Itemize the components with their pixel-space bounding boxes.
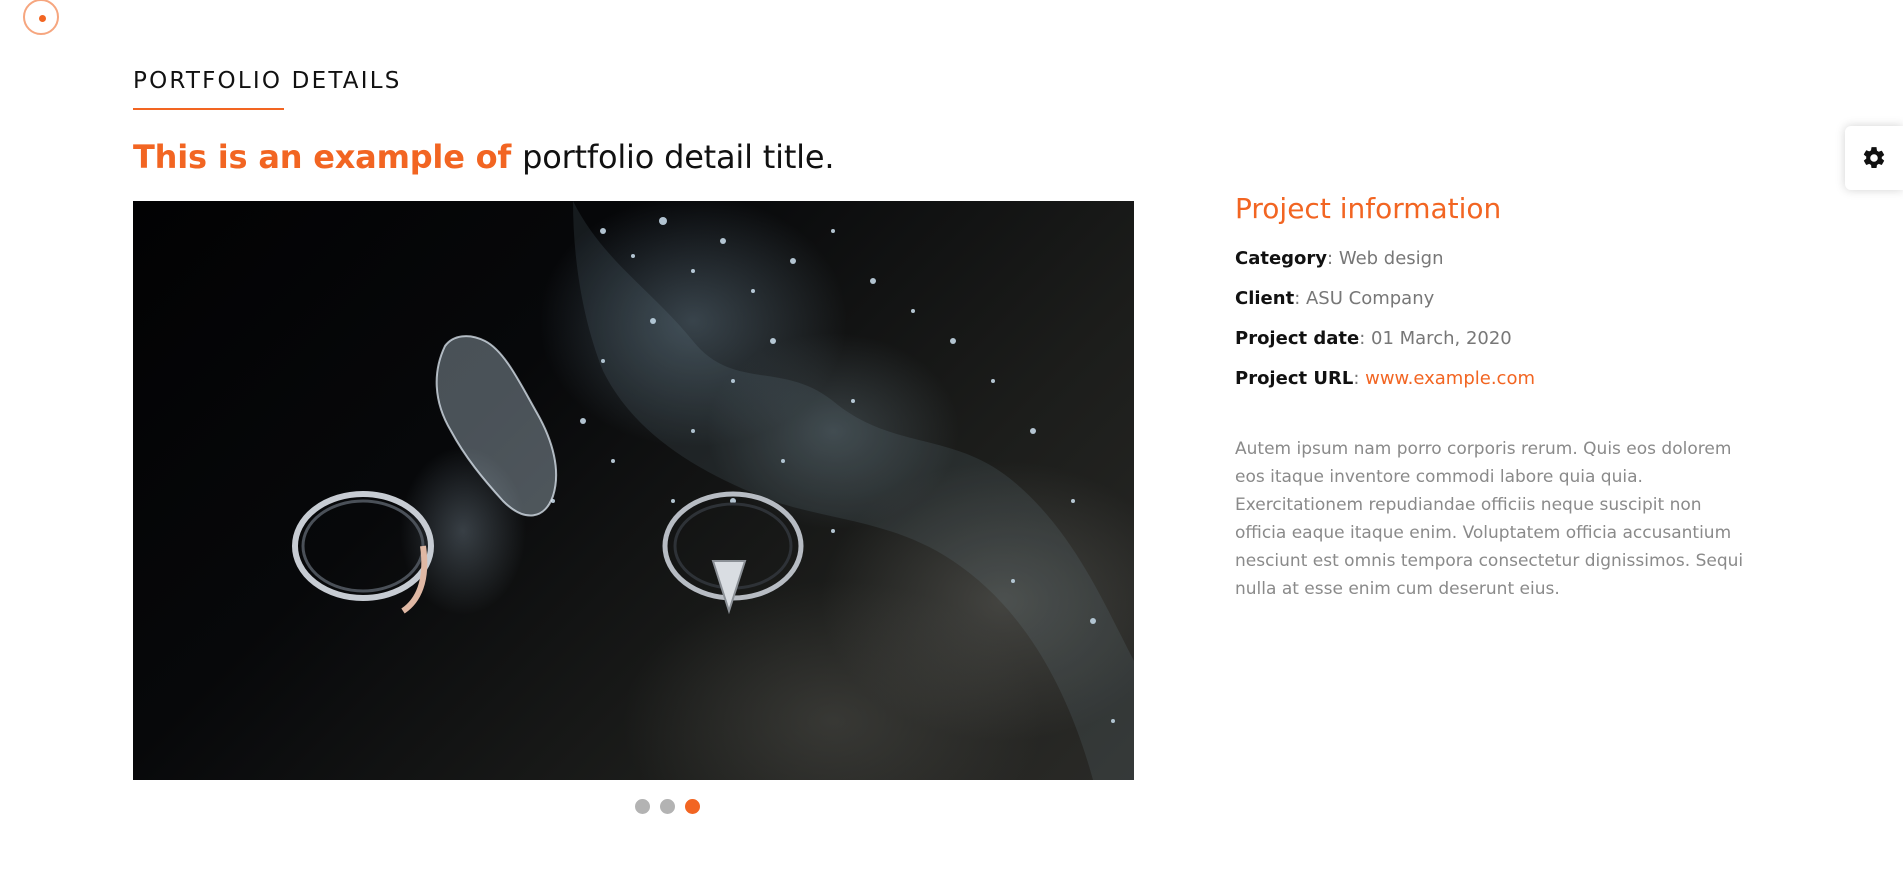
project-info-date: Project date: 01 March, 2020 — [1235, 328, 1512, 349]
slider-dot-2[interactable] — [660, 799, 675, 814]
gear-icon — [1863, 147, 1885, 169]
category-label: Category — [1235, 248, 1328, 269]
page-title-accent: This is an example of — [133, 138, 512, 176]
page-title: This is an example of portfolio detail t… — [133, 138, 835, 176]
project-url-label: Project URL — [1235, 368, 1354, 389]
settings-toggle-button[interactable] — [1845, 126, 1903, 190]
project-date-value: 01 March, 2020 — [1371, 328, 1512, 349]
category-value: Web design — [1338, 248, 1444, 269]
project-info-client: Client: ASU Company — [1235, 288, 1435, 309]
project-description: Autem ipsum nam porro corporis rerum. Qu… — [1235, 439, 1744, 599]
project-date-label: Project date — [1235, 328, 1360, 349]
project-info-heading: Project information — [1235, 192, 1502, 225]
client-label: Client — [1235, 288, 1295, 309]
page-title-rest: portfolio detail title. — [522, 138, 835, 176]
slider-dot-3-active[interactable] — [685, 799, 700, 814]
section-heading: PORTFOLIO DETAILS — [133, 68, 402, 94]
cursor-dot-icon — [39, 15, 46, 22]
project-info-panel: Project information Category: Web design… — [1235, 192, 1755, 603]
project-info-category: Category: Web design — [1235, 248, 1444, 269]
slider-dot-1[interactable] — [635, 799, 650, 814]
project-url-link[interactable]: www.example.com — [1365, 368, 1535, 389]
section-heading-underline — [133, 108, 284, 110]
client-value: ASU Company — [1305, 288, 1435, 309]
portfolio-slider-image[interactable] — [133, 201, 1134, 780]
project-info-url: Project URL: www.example.com — [1235, 368, 1535, 389]
slider-pagination — [635, 799, 700, 814]
rings-photo-illustration — [292, 201, 1134, 780]
